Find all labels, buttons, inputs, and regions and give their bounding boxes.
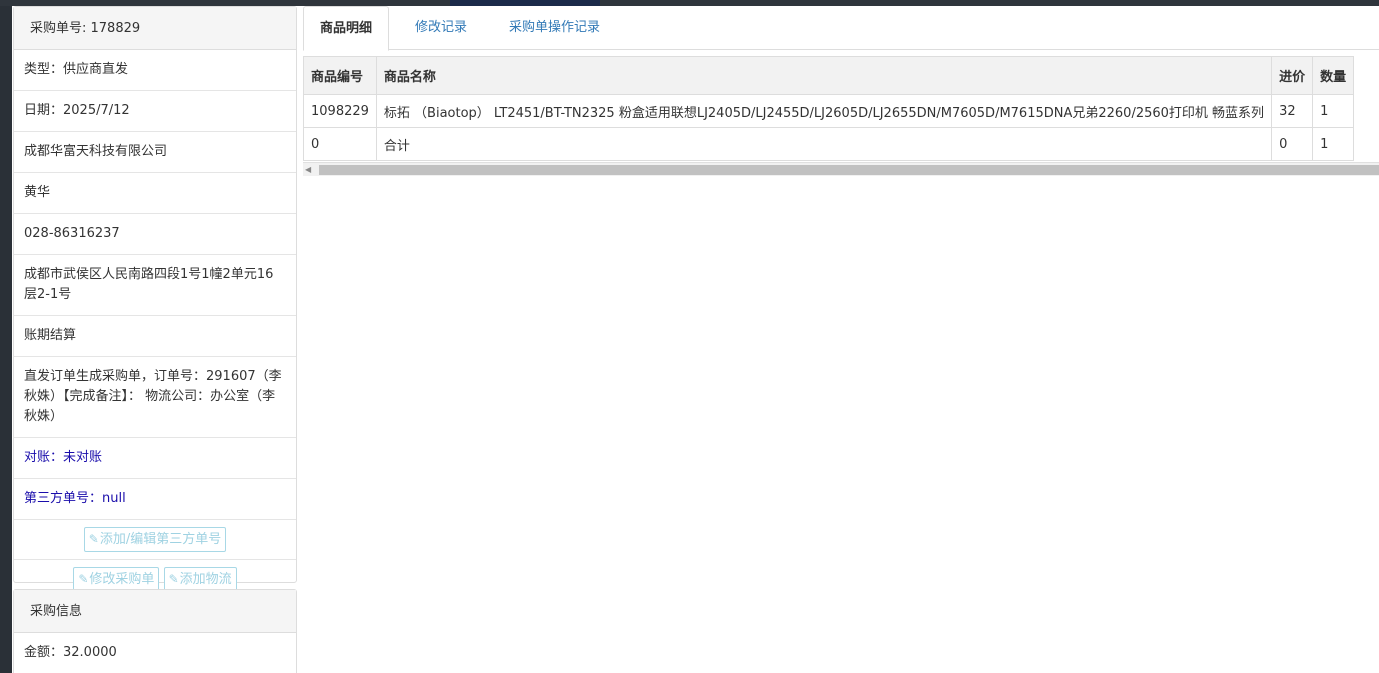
order-type: 类型：供应商直发 bbox=[14, 50, 296, 91]
order-number-heading: 采购单号: 178829 bbox=[14, 7, 296, 50]
cell-quantity: 1 bbox=[1312, 127, 1355, 161]
scrollbar-thumb[interactable] bbox=[319, 165, 1379, 175]
edit-icon: ✎ bbox=[168, 572, 179, 586]
horizontal-scrollbar[interactable]: ◀ bbox=[303, 162, 1379, 176]
third-party-button-row: ✎添加/编辑第三方单号 bbox=[14, 520, 296, 560]
purchase-info-heading: 采购信息 bbox=[14, 590, 296, 633]
cell-price: 32 bbox=[1271, 94, 1314, 128]
modify-order-label: 修改采购单 bbox=[89, 572, 155, 587]
detail-area: 商品明细 修改记录 采购单操作记录 商品编号 商品名称 进价 数量 109822… bbox=[303, 6, 1379, 673]
edit-third-party-label: 添加/编辑第三方单号 bbox=[99, 532, 222, 547]
tab-product-details[interactable]: 商品明细 bbox=[303, 6, 390, 51]
cell-quantity: 1 bbox=[1312, 94, 1355, 128]
product-table: 商品编号 商品名称 进价 数量 1098229 标拓 （Biaotop） LT2… bbox=[303, 56, 1355, 161]
header-price: 进价 bbox=[1271, 56, 1314, 95]
edit-icon: ✎ bbox=[78, 572, 89, 586]
product-table-container: 商品编号 商品名称 进价 数量 1098229 标拓 （Biaotop） LT2… bbox=[303, 56, 1379, 178]
order-date: 日期：2025/7/12 bbox=[14, 91, 296, 132]
contact-name: 黄华 bbox=[14, 173, 296, 214]
edit-third-party-button[interactable]: ✎添加/编辑第三方单号 bbox=[83, 527, 227, 552]
add-logistics-label: 添加物流 bbox=[179, 572, 232, 587]
cell-product-code: 0 bbox=[303, 127, 377, 161]
tab-modification-log[interactable]: 修改记录 bbox=[399, 6, 483, 50]
header-quantity: 数量 bbox=[1312, 56, 1355, 95]
left-gutter bbox=[0, 6, 12, 673]
header-product-code: 商品编号 bbox=[303, 56, 377, 95]
contact-phone: 028-86316237 bbox=[14, 214, 296, 255]
header-product-name: 商品名称 bbox=[375, 56, 1273, 95]
edit-icon: ✎ bbox=[88, 532, 99, 546]
table-row: 0 合计 0 1 bbox=[303, 127, 1355, 161]
purchase-info-panel: 采购信息 金额：32.0000 bbox=[13, 589, 297, 673]
detail-tabs: 商品明细 修改记录 采购单操作记录 bbox=[303, 6, 1379, 51]
table-row: 1098229 标拓 （Biaotop） LT2451/BT-TN2325 粉盒… bbox=[303, 94, 1355, 128]
order-info-panel: 采购单号: 178829 类型：供应商直发 日期：2025/7/12 成都华富天… bbox=[13, 6, 297, 592]
cell-product-name: 标拓 （Biaotop） LT2451/BT-TN2325 粉盒适用联想LJ24… bbox=[375, 94, 1273, 128]
third-party-number: 第三方单号：null bbox=[14, 479, 296, 520]
cell-price: 0 bbox=[1271, 127, 1314, 161]
purchase-amount: 金额：32.0000 bbox=[14, 633, 296, 673]
reconcile-status: 对账：未对账 bbox=[14, 438, 296, 479]
tab-operation-log[interactable]: 采购单操作记录 bbox=[493, 6, 616, 50]
order-remark: 直发订单生成采购单，订单号：291607（李秋姝）【完成备注】： 物流公司：办公… bbox=[14, 357, 296, 438]
supplier-address: 成都市武侯区人民南路四段1号1幢2单元16层2-1号 bbox=[14, 255, 296, 316]
cell-product-code: 1098229 bbox=[303, 94, 377, 128]
table-header-row: 商品编号 商品名称 进价 数量 bbox=[303, 56, 1355, 95]
settlement-method: 账期结算 bbox=[14, 316, 296, 357]
supplier-name: 成都华富天科技有限公司 bbox=[14, 132, 296, 173]
cell-product-name: 合计 bbox=[375, 127, 1273, 161]
scroll-left-arrow-icon[interactable]: ◀ bbox=[305, 164, 311, 176]
